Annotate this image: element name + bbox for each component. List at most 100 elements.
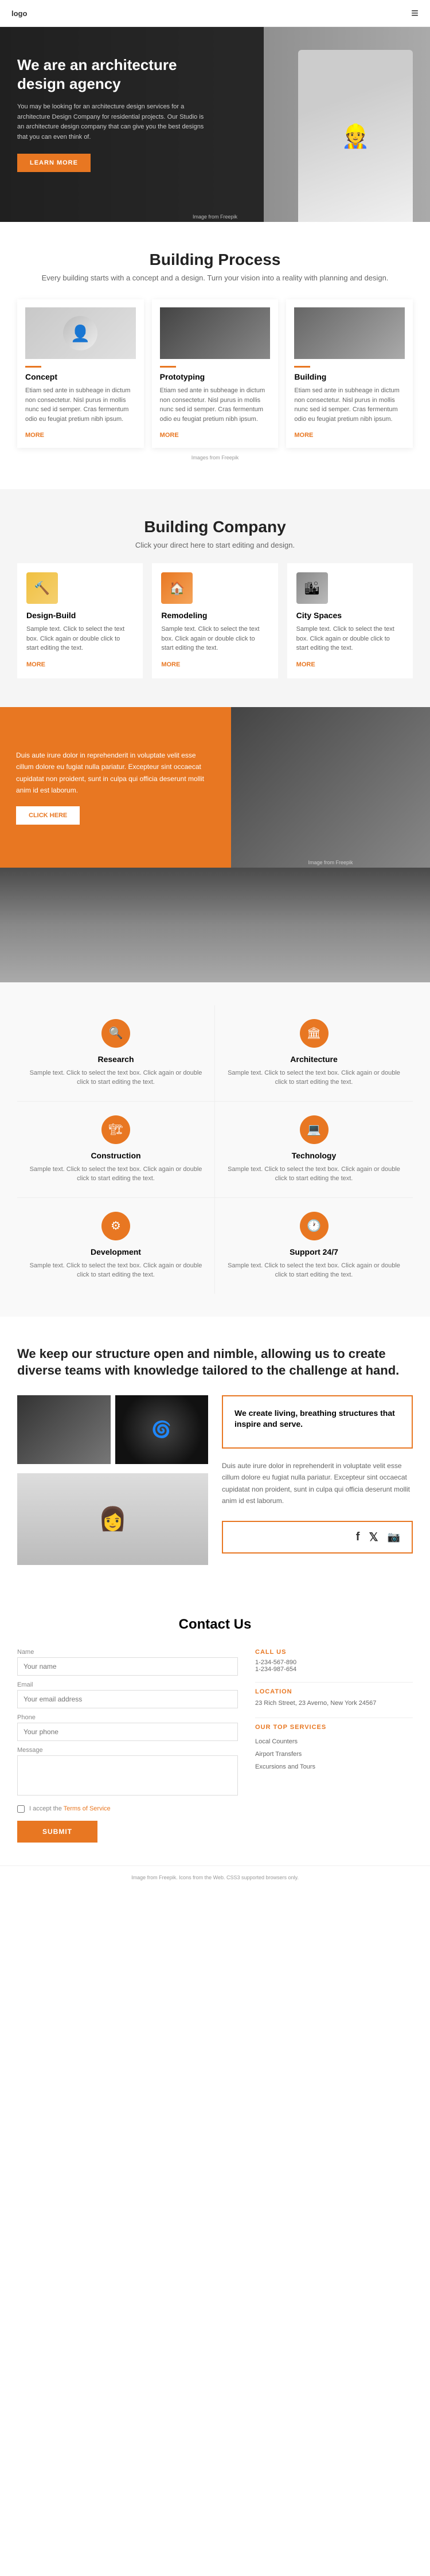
company-cards-row: 🔨 Design-Build Sample text. Click to sel… <box>17 563 413 678</box>
concept-more[interactable]: MORE <box>25 432 44 439</box>
technology-icon: 💻 <box>300 1115 329 1144</box>
concept-title: Concept <box>25 372 136 381</box>
hero-title: We are an architecture design agency <box>17 56 212 93</box>
hamburger-menu[interactable]: ≡ <box>411 6 419 21</box>
research-icon: 🔍 <box>101 1019 130 1048</box>
remodeling-text: Sample text. Click to select the text bo… <box>161 625 268 653</box>
footer: Image from Freepik. Icons from the Web. … <box>0 1865 430 1888</box>
building-process-section: Building Process Every building starts w… <box>0 222 430 489</box>
structure-right-text: Duis aute irure dolor in reprehenderit i… <box>222 1460 413 1507</box>
hero-content: We are an architecture design agency You… <box>0 27 229 201</box>
phone-input[interactable] <box>17 1723 238 1741</box>
service-item-2[interactable]: Airport Transfers <box>255 1748 413 1761</box>
phone2: 1-234-987-654 <box>255 1666 413 1673</box>
terms-text: I accept the Terms of Service <box>29 1805 111 1812</box>
features-grid: 🔍 Research Sample text. Click to select … <box>17 1005 413 1294</box>
service-item-1[interactable]: Local Counters <box>255 1735 413 1748</box>
city-spaces-icon: 🏙 <box>296 572 328 604</box>
design-build-more[interactable]: MORE <box>26 661 45 668</box>
service-item-3[interactable]: Excursions and Tours <box>255 1761 413 1773</box>
development-title: Development <box>29 1247 203 1256</box>
feature-construction: 🏗 Construction Sample text. Click to sel… <box>17 1102 215 1198</box>
message-field-group: Message <box>17 1747 238 1798</box>
header: logo ≡ <box>0 0 430 27</box>
structure-img-building <box>17 1395 111 1464</box>
prototyping-title: Prototyping <box>160 372 271 381</box>
process-card-building: Building Etiam sed ante in subheage in d… <box>286 299 413 448</box>
location-label: LOCATION <box>255 1688 413 1695</box>
feature-research: 🔍 Research Sample text. Click to select … <box>17 1005 215 1102</box>
research-text: Sample text. Click to select the text bo… <box>29 1068 203 1087</box>
development-icon: ⚙ <box>101 1212 130 1240</box>
prototyping-image <box>160 307 271 359</box>
feature-development: ⚙ Development Sample text. Click to sele… <box>17 1198 215 1294</box>
structure-img-person: 👩 <box>17 1473 208 1565</box>
building-text: Etiam sed ante in subheage in dictum non… <box>294 386 405 424</box>
structure-orange-box: We create living, breathing structures t… <box>222 1395 413 1449</box>
feature-technology: 💻 Technology Sample text. Click to selec… <box>215 1102 413 1198</box>
remodeling-more[interactable]: MORE <box>161 661 180 668</box>
footer-credit: Image from Freepik. Icons from the Web. … <box>131 1875 299 1880</box>
construction-text: Sample text. Click to select the text bo… <box>29 1165 203 1184</box>
phone1: 1-234-567-890 <box>255 1659 413 1666</box>
building-image <box>294 307 405 359</box>
building-process-title: Building Process <box>17 251 413 269</box>
facebook-icon[interactable]: f <box>356 1531 360 1544</box>
hero-description: You may be looking for an architecture d… <box>17 102 212 142</box>
hero-section: 👷 We are an architecture design agency Y… <box>0 27 430 222</box>
info-divider1 <box>255 1682 413 1683</box>
prototyping-orange-bar <box>160 366 176 368</box>
features-section: 🔍 Research Sample text. Click to select … <box>0 982 430 1317</box>
concept-text: Etiam sed ante in subheage in dictum non… <box>25 386 136 424</box>
hero-learn-more-button[interactable]: LEARN MORE <box>17 154 91 172</box>
name-input[interactable] <box>17 1657 238 1676</box>
contact-title: Contact Us <box>17 1617 413 1633</box>
building-company-title: Building Company <box>17 518 413 536</box>
company-card-design-build: 🔨 Design-Build Sample text. Click to sel… <box>17 563 143 678</box>
email-label: Email <box>17 1681 238 1688</box>
construction-icon: 🏗 <box>101 1115 130 1144</box>
city-spaces-more[interactable]: MORE <box>296 661 315 668</box>
construction-title: Construction <box>29 1151 203 1160</box>
services-block: OUR TOP SERVICES Local Counters Airport … <box>255 1724 413 1773</box>
twitter-icon[interactable]: 𝕏 <box>369 1530 378 1544</box>
design-build-title: Design-Build <box>26 611 134 620</box>
email-field-group: Email <box>17 1681 238 1708</box>
development-text: Sample text. Click to select the text bo… <box>29 1261 203 1280</box>
design-build-text: Sample text. Click to select the text bo… <box>26 625 134 653</box>
prototyping-more[interactable]: MORE <box>160 432 179 439</box>
feature-support: 🕐 Support 24/7 Sample text. Click to sel… <box>215 1198 413 1294</box>
feature-architecture: 🏛 Architecture Sample text. Click to sel… <box>215 1005 413 1102</box>
orange-right-image: Image from Freepik <box>231 707 430 868</box>
contact-form: Name Email Phone Message I accept the Te… <box>17 1649 238 1843</box>
message-label: Message <box>17 1747 238 1754</box>
city-spaces-text: Sample text. Click to select the text bo… <box>296 625 404 653</box>
concept-orange-bar <box>25 366 41 368</box>
building-more[interactable]: MORE <box>294 432 313 439</box>
structure-left: 🌀 👩 <box>17 1395 208 1565</box>
structure-section: We keep our structure open and nimble, a… <box>0 1317 430 1594</box>
structure-images-top: 🌀 <box>17 1395 208 1464</box>
architecture-icon: 🏛 <box>300 1019 329 1048</box>
instagram-icon[interactable]: 📷 <box>388 1531 400 1543</box>
building-company-section: Building Company Click your direct here … <box>0 489 430 707</box>
submit-button[interactable]: SUBMIT <box>17 1821 97 1843</box>
message-input[interactable] <box>17 1755 238 1796</box>
prototyping-text: Etiam sed ante in subheage in dictum non… <box>160 386 271 424</box>
social-box: f 𝕏 📷 <box>222 1521 413 1554</box>
concept-image: 👤 <box>25 307 136 359</box>
terms-checkbox[interactable] <box>17 1805 25 1813</box>
process-cards-row: 👤 Concept Etiam sed ante in subheage in … <box>17 299 413 448</box>
company-card-city-spaces: 🏙 City Spaces Sample text. Click to sele… <box>287 563 413 678</box>
phone-field-group: Phone <box>17 1714 238 1741</box>
orange-cta-button[interactable]: CLICK HERE <box>16 806 80 825</box>
email-input[interactable] <box>17 1690 238 1708</box>
architecture-text: Sample text. Click to select the text bo… <box>226 1068 401 1087</box>
design-build-icon: 🔨 <box>26 572 58 604</box>
remodeling-title: Remodeling <box>161 611 268 620</box>
phone-label: Phone <box>17 1714 238 1721</box>
process-card-prototyping: Prototyping Etiam sed ante in subheage i… <box>152 299 279 448</box>
structure-box-title: We create living, breathing structures t… <box>234 1408 400 1430</box>
remodeling-icon: 🏠 <box>161 572 193 604</box>
structure-content: 🌀 👩 We create living, breathing structur… <box>17 1395 413 1565</box>
